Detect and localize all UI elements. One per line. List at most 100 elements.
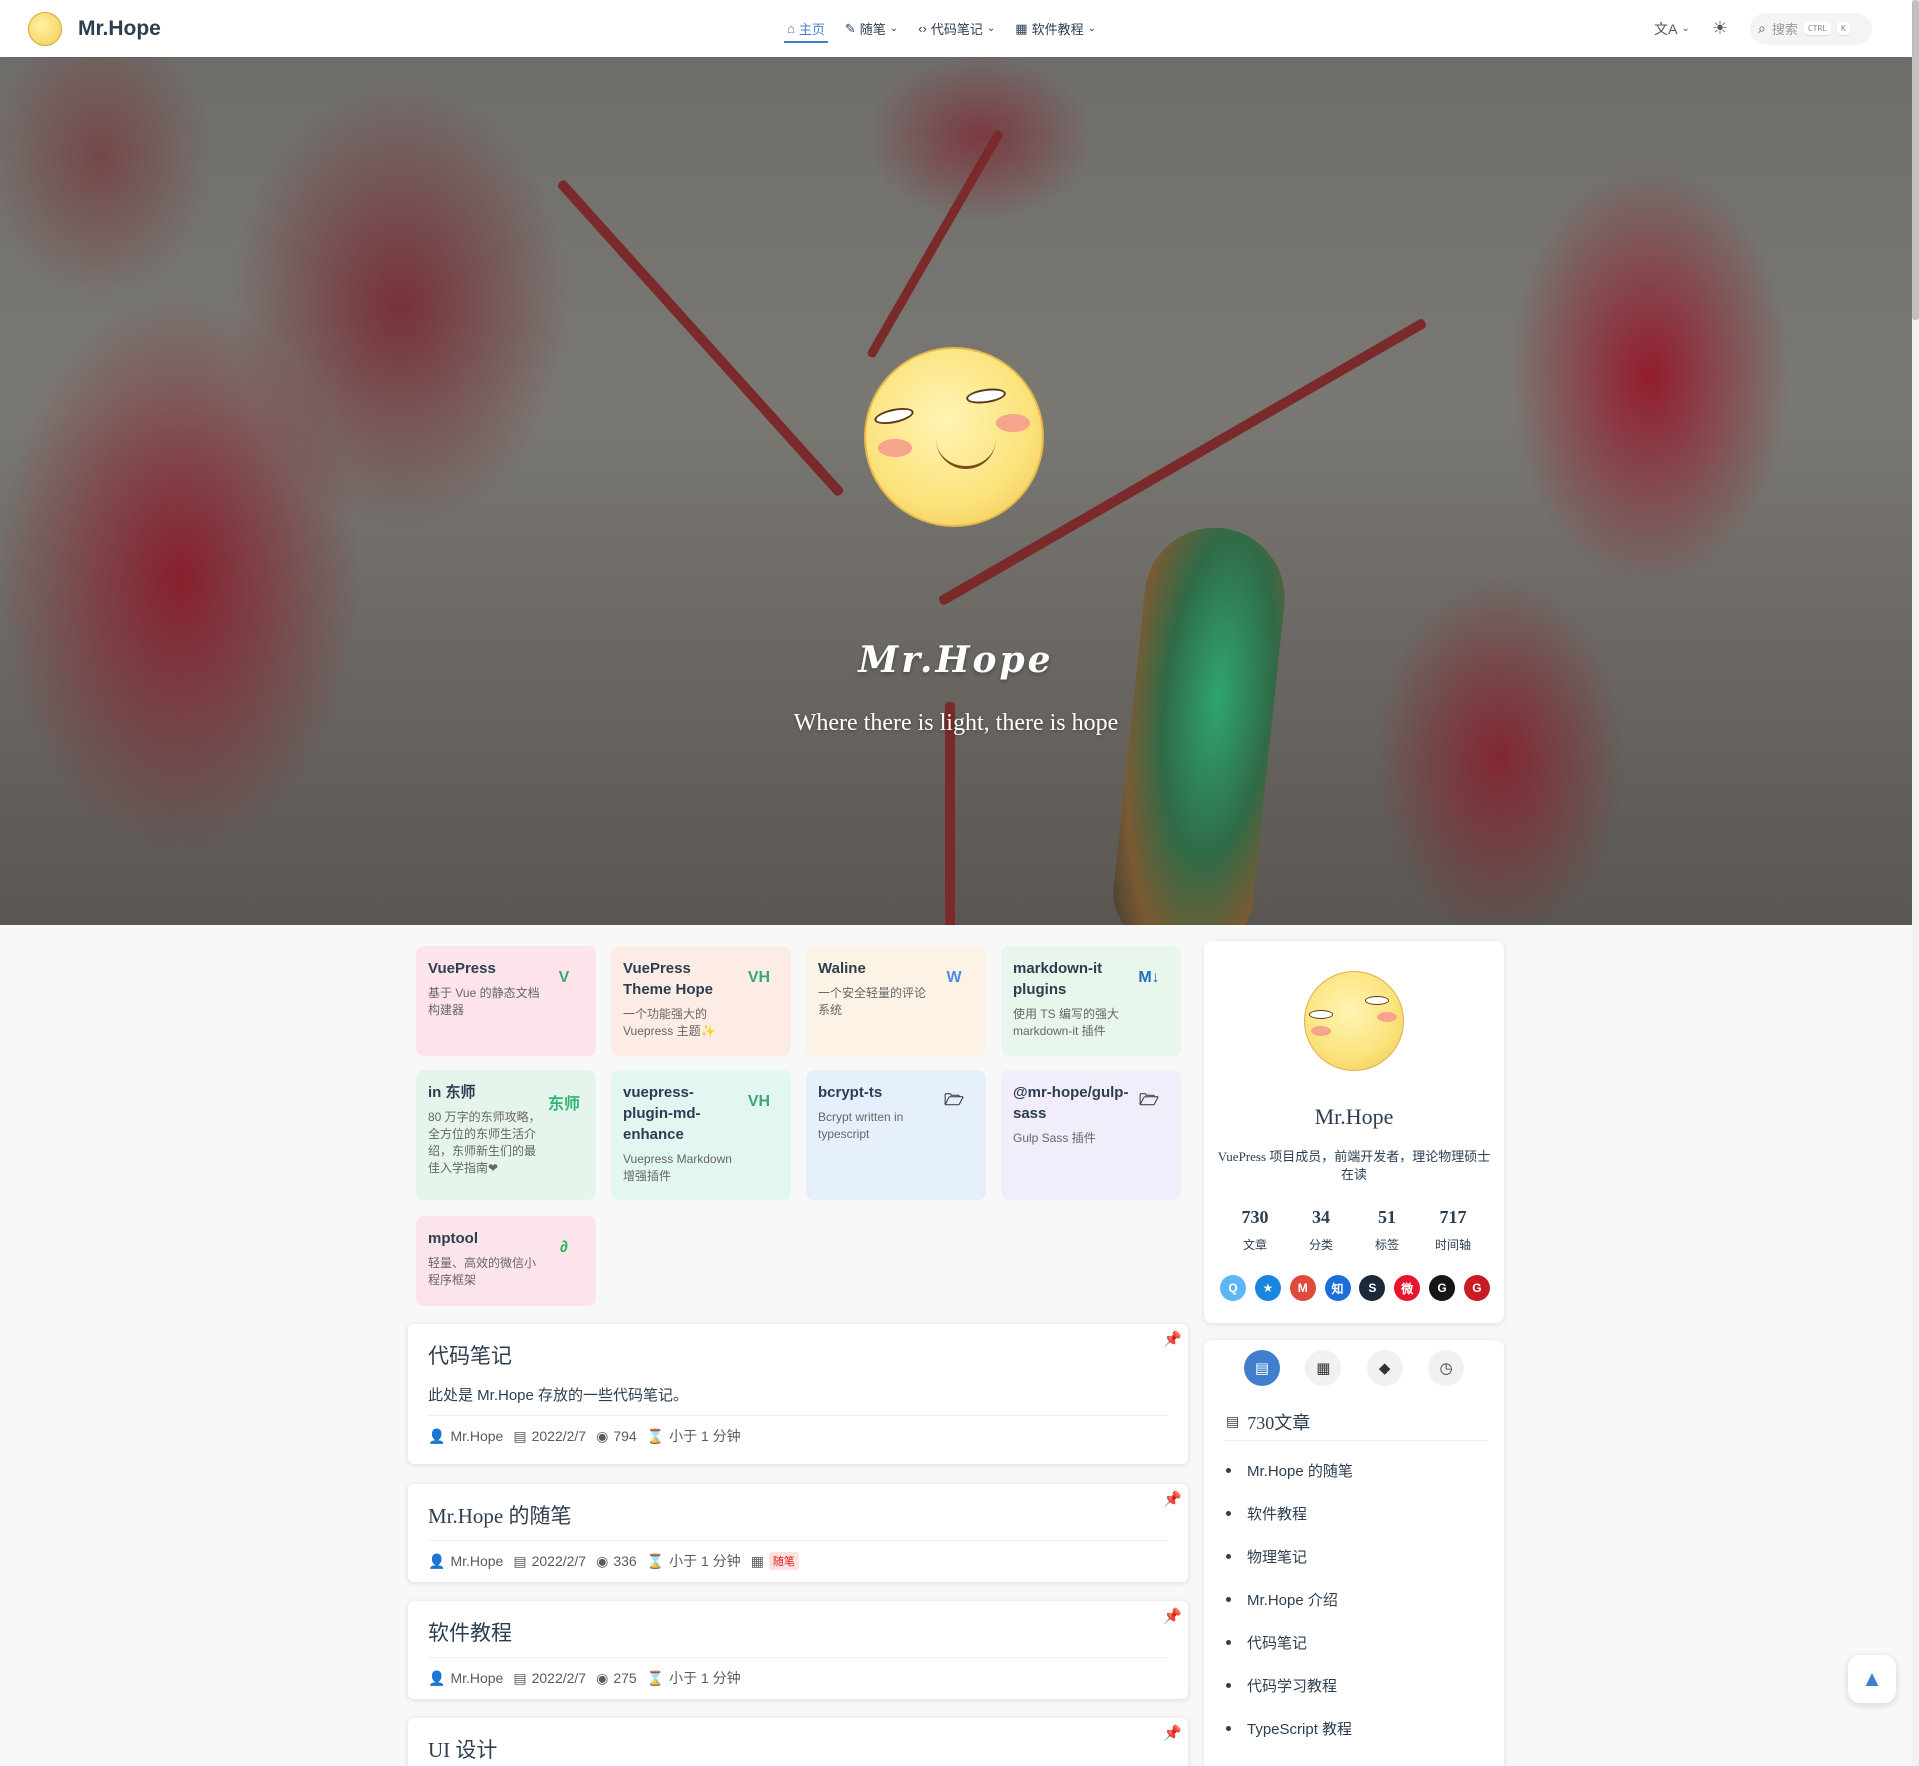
project-name: Waline	[818, 960, 866, 977]
markdown-logo-icon: M↓	[1138, 969, 1160, 986]
views-count: 336	[613, 1553, 637, 1569]
project-card[interactable]: mptool 轻量、高效的微信小程序框架 ∂	[416, 1216, 596, 1306]
qzone-icon[interactable]: ★	[1254, 1275, 1281, 1301]
translate-icon: 文A	[1654, 20, 1678, 37]
date-text: 2022/2/7	[531, 1670, 587, 1686]
list-item[interactable]: 代码笔记	[1226, 1632, 1353, 1675]
nav-item-software-tutorials[interactable]: ▦ 软件教程 ⌄	[1012, 0, 1099, 57]
pin-icon: 📌	[1163, 1491, 1182, 1508]
article-card[interactable]: 📌 软件教程 👤 Mr.Hope ▤ 2022/2/7 ◉ 275 ⌛ 小于 1 分钟	[408, 1601, 1188, 1699]
avatar	[1304, 971, 1404, 1071]
theme-hope-logo-icon: VH	[747, 1093, 771, 1110]
project-card[interactable]: bcrypt-ts Bcrypt written in typescript 🗁	[806, 1070, 986, 1200]
list-item[interactable]: TypeScript 教程	[1226, 1718, 1353, 1761]
scrollbar[interactable]	[1912, 0, 1919, 1766]
category-card: ▤ ▦ ◆ ◷ ▤ 730文章 Mr.Hope 的随笔 软件教程 物理笔记 Mr…	[1204, 1340, 1504, 1766]
article-title[interactable]: UI 设计	[428, 1734, 1168, 1764]
article-title[interactable]: Mr.Hope 的随笔	[428, 1500, 1168, 1530]
project-card[interactable]: VuePress Theme Hope 一个功能强大的 Vuepress 主题✨…	[611, 946, 791, 1056]
info-tabs: ▤ ▦ ◆ ◷	[1244, 1350, 1464, 1386]
gmail-icon[interactable]: M	[1289, 1275, 1316, 1301]
stat-num: 730	[1241, 1207, 1269, 1227]
brand-link[interactable]: Mr.Hope	[28, 11, 161, 46]
sun-icon: ☀	[1711, 18, 1728, 38]
search-button[interactable]: ⌕ 搜索 CTRL K	[1750, 12, 1872, 45]
eye-icon: ◉	[596, 1669, 609, 1686]
author: 👤 Mr.Hope	[428, 1670, 503, 1687]
waline-logo-icon: W	[946, 969, 962, 986]
project-card[interactable]: markdown-it plugins 使用 TS 编写的强大 markdown…	[1001, 946, 1181, 1056]
project-card[interactable]: VuePress 基于 Vue 的静态文档构建器 V	[416, 946, 596, 1056]
gitee-icon[interactable]: G	[1463, 1275, 1490, 1301]
list-item[interactable]: Mr.Hope 的随笔	[1226, 1460, 1353, 1503]
project-card[interactable]: in 东师 80 万字的东师攻略，全方位的东师生活介绍，东师新生们的最佳入学指南…	[416, 1070, 596, 1200]
read-time: ⌛ 小于 1 分钟	[647, 1551, 741, 1571]
date-text: 2022/2/7	[531, 1428, 587, 1444]
list-item[interactable]: 软件教程	[1226, 1503, 1353, 1546]
user-icon: 👤	[428, 1669, 446, 1686]
hero-subtitle: Where there is light, there is hope	[793, 710, 1119, 736]
user-icon: 👤	[428, 1552, 446, 1569]
list-item[interactable]: Mr.Hope 介绍	[1226, 1589, 1353, 1632]
mini-program-logo-icon: ∂	[560, 1239, 568, 1256]
project-desc: 基于 Vue 的静态文档构建器	[428, 986, 540, 1017]
social-links: Q ★ M 知 S 微 G G	[1220, 1275, 1490, 1301]
grid-icon: ▦	[1015, 20, 1028, 36]
project-desc: Vuepress Markdown 增强插件	[623, 1152, 732, 1183]
date: ▤ 2022/2/7	[513, 1428, 586, 1445]
article-list-icon[interactable]: ▤	[1244, 1350, 1280, 1386]
calendar-icon: ▤	[513, 1427, 527, 1444]
nav-links: ⌂ 主页 ✎ 随笔 ⌄ ‹› 代码笔记 ⌄ ▦ 软件教程 ⌄	[784, 0, 1099, 57]
steam-icon[interactable]: S	[1359, 1275, 1386, 1301]
stat-categories[interactable]: 34 分类	[1294, 1207, 1348, 1253]
list-item[interactable]: 物理笔记	[1226, 1546, 1353, 1589]
tag-icon[interactable]: ◆	[1366, 1350, 1403, 1386]
theme-toggle[interactable]: ☀	[1712, 18, 1728, 39]
theme-hope-logo-icon: VH	[747, 969, 771, 986]
profile-name: Mr.Hope	[1314, 1104, 1394, 1129]
github-icon[interactable]: G	[1429, 1275, 1456, 1301]
site-name: Mr.Hope	[78, 16, 161, 40]
author: 👤 Mr.Hope	[428, 1553, 503, 1570]
project-desc: 一个安全轻量的评论系统	[818, 986, 927, 1017]
clock-icon[interactable]: ◷	[1427, 1350, 1464, 1386]
project-card[interactable]: vuepress-plugin-md-enhance Vuepress Mark…	[611, 1070, 791, 1200]
nav-item-essays[interactable]: ✎ 随笔 ⌄	[842, 0, 901, 57]
project-name: vuepress-plugin-md-enhance	[623, 1084, 701, 1143]
article-title[interactable]: 软件教程	[428, 1617, 1168, 1647]
chevron-down-icon: ⌄	[986, 23, 996, 34]
article-card[interactable]: 📌 UI 设计	[408, 1718, 1188, 1766]
project-card[interactable]: Waline 一个安全轻量的评论系统 W	[806, 946, 986, 1056]
zhihu-icon[interactable]: 知	[1324, 1275, 1351, 1301]
nav-item-home[interactable]: ⌂ 主页	[784, 0, 828, 57]
article-count: 730文章	[1247, 1413, 1311, 1433]
weibo-icon[interactable]: 微	[1394, 1275, 1421, 1301]
project-card[interactable]: @mr-hope/gulp-sass Gulp Sass 插件 🗁	[1001, 1070, 1181, 1200]
article-card[interactable]: 📌 Mr.Hope 的随笔 👤 Mr.Hope ▤ 2022/2/7 ◉ 336 ⌛ 小…	[408, 1484, 1188, 1582]
eye-icon: ◉	[596, 1552, 609, 1569]
article-card[interactable]: 📌 代码笔记 此处是 Mr.Hope 存放的一些代码笔记。 👤 Mr.Hope ▤…	[408, 1324, 1188, 1464]
scrollbar-thumb[interactable]	[1912, 0, 1919, 320]
pen-icon: ✎	[844, 20, 856, 36]
category-icon[interactable]: ▦	[1305, 1350, 1342, 1386]
hero-branch-decor	[866, 129, 1004, 359]
list-item[interactable]: 代码学习教程	[1226, 1675, 1353, 1718]
stat-num: 51	[1378, 1207, 1396, 1227]
nav-item-label: 随笔	[859, 22, 886, 37]
article-meta: 👤 Mr.Hope ▤ 2022/2/7 ◉ 794 ⌛ 小于 1 分钟	[428, 1426, 1168, 1446]
hero-banner: Mr.Hope Where there is light, there is h…	[0, 57, 1912, 925]
stat-articles[interactable]: 730 文章	[1228, 1207, 1282, 1253]
author-name: Mr.Hope	[450, 1670, 504, 1686]
stat-timeline[interactable]: 717 时间轴	[1426, 1207, 1480, 1253]
article-title[interactable]: 代码笔记	[428, 1340, 1168, 1370]
back-to-top-button[interactable]: ▲	[1848, 1655, 1896, 1703]
stat-tags[interactable]: 51 标签	[1360, 1207, 1414, 1253]
language-switch[interactable]: 文A ⌄	[1654, 19, 1690, 39]
qq-icon[interactable]: Q	[1220, 1275, 1246, 1301]
nav-item-code-notes[interactable]: ‹› 代码笔记 ⌄	[915, 0, 998, 57]
category-tag[interactable]: 随笔	[768, 1552, 799, 1570]
hourglass-icon: ⌛	[646, 1552, 665, 1569]
category-header: ▤ 730文章	[1226, 1409, 1310, 1435]
project-desc: 80 万字的东师攻略，全方位的东师生活介绍，东师新生们的最佳入学指南❤	[428, 1110, 541, 1175]
hero-title: Mr.Hope	[858, 639, 1054, 681]
